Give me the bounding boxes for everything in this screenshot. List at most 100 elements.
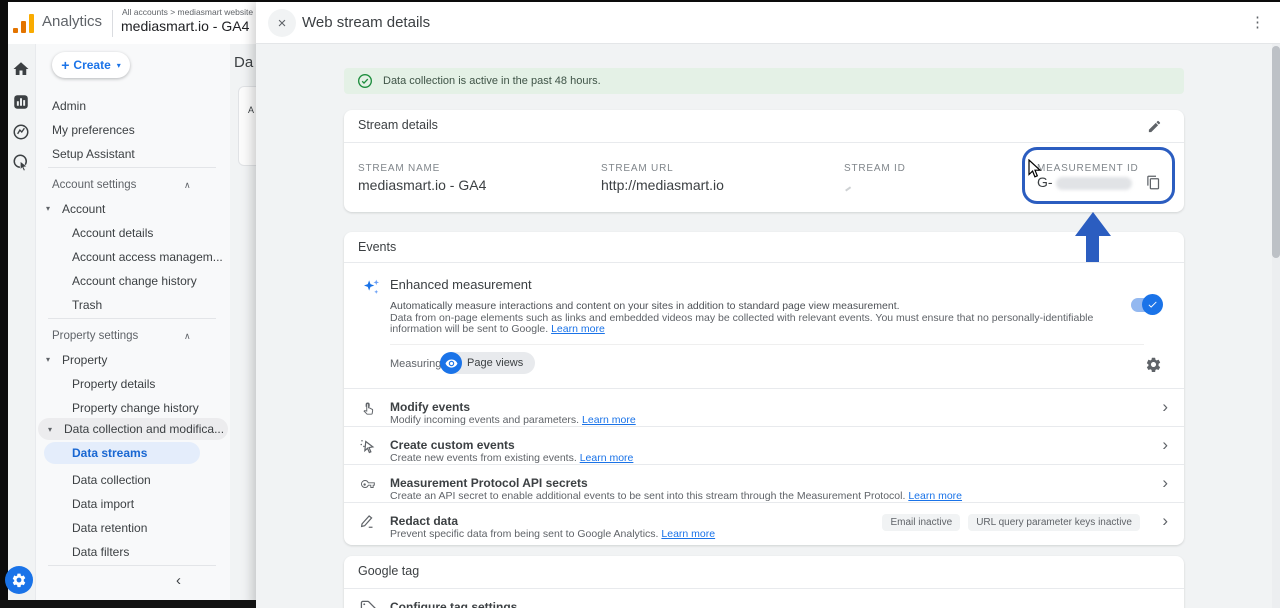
sidebar-item-setup-assistant[interactable]: Setup Assistant: [36, 144, 230, 164]
enhanced-measurement-description: Automatically measure interactions and c…: [390, 301, 1106, 336]
annotation-arrow-head: [1075, 212, 1111, 236]
scrollbar-thumb[interactable]: [1272, 46, 1280, 258]
chevron-right-icon[interactable]: ›: [1162, 397, 1168, 417]
sidebar-item-account[interactable]: ▾ Account: [36, 199, 230, 219]
logo-bar: [13, 28, 18, 33]
explore-icon[interactable]: [12, 123, 30, 141]
measurement-protocol-api-secrets-row[interactable]: Measurement Protocol API secrets Create …: [344, 465, 1184, 503]
stream-url-label: STREAM URL: [601, 163, 673, 174]
close-button[interactable]: ×: [268, 9, 296, 37]
chevron-up-icon: ∧: [184, 175, 191, 195]
chevron-right-icon[interactable]: ›: [1162, 473, 1168, 493]
background-page: Da A: [230, 44, 256, 600]
nav-rail: [8, 44, 36, 600]
google-analytics-logo-icon: [12, 12, 38, 34]
property-selector[interactable]: mediasmart.io - GA4: [121, 18, 264, 34]
sidebar-item-data-collection[interactable]: Data collection: [36, 470, 230, 490]
advertising-icon[interactable]: [12, 153, 30, 171]
divider: [48, 167, 216, 168]
measurement-id-highlight: [1022, 147, 1175, 204]
sidebar-item-property-change-history[interactable]: Property change history: [36, 398, 230, 418]
close-icon: ×: [278, 15, 287, 32]
sidebar-item-account-change-history[interactable]: Account change history: [36, 271, 230, 291]
divider: [112, 10, 113, 37]
reports-icon[interactable]: [12, 93, 30, 111]
web-stream-details-panel: × Web stream details ⋮ Data collection i…: [256, 2, 1280, 608]
admin-sidebar: + Create ▾ Admin My preferences Setup As…: [36, 44, 230, 600]
learn-more-link[interactable]: Learn more: [580, 452, 634, 464]
banner-text: Data collection is active in the past 48…: [383, 75, 601, 87]
sidebar-item-account-access[interactable]: Account access managem...: [36, 247, 230, 267]
toggle-knob-check-icon[interactable]: [1142, 294, 1163, 315]
google-tag-card: Google tag Configure tag settings: [344, 556, 1184, 608]
stream-name-value: mediasmart.io - GA4: [358, 177, 486, 193]
card-title: Google tag: [358, 564, 419, 578]
breadcrumb[interactable]: All accounts > mediasmart website: [122, 7, 256, 17]
admin-gear-button[interactable]: [5, 566, 33, 594]
page-views-chip[interactable]: Page views: [440, 352, 535, 374]
redact-status-badges: Email inactive URL query parameter keys …: [882, 514, 1140, 531]
caret-down-icon: ▾: [46, 199, 50, 219]
sidebar-item-trash[interactable]: Trash: [36, 295, 230, 315]
home-icon[interactable]: [12, 60, 30, 78]
sidebar-item-account-details[interactable]: Account details: [36, 223, 230, 243]
panel-title: Web stream details: [302, 14, 430, 31]
section-property-settings[interactable]: Property settings ∧: [36, 326, 230, 346]
learn-more-link[interactable]: Learn more: [908, 490, 962, 502]
measuring-label: Measuring:: [390, 358, 444, 370]
logo-bar: [29, 14, 34, 33]
section-account-settings[interactable]: Account settings ∧: [36, 175, 230, 195]
redact-pencil-icon: [359, 513, 377, 531]
data-collection-active-banner: Data collection is active in the past 48…: [344, 68, 1184, 94]
frame-edge: [0, 600, 256, 608]
configure-tag-settings-title: Configure tag settings: [390, 600, 517, 608]
card-title: Events: [358, 240, 396, 254]
divider: [344, 588, 1184, 589]
sparkles-icon: [362, 278, 381, 297]
sidebar-item-property[interactable]: ▾ Property: [36, 350, 230, 370]
sidebar-item-admin[interactable]: Admin: [36, 96, 230, 116]
learn-more-link[interactable]: Learn more: [661, 528, 715, 540]
sidebar-item-data-streams-selected[interactable]: Data streams: [44, 442, 200, 464]
events-card: Events Enhanced measurement Automaticall…: [344, 232, 1184, 545]
frame-edge: [0, 0, 8, 608]
sidebar-item-data-collection-modification[interactable]: ▾ Data collection and modifica...: [38, 418, 228, 440]
divider: [48, 565, 216, 566]
tag-icon: [360, 600, 377, 608]
panel-content: Data collection is active in the past 48…: [256, 44, 1280, 608]
check-circle-icon: [357, 73, 373, 89]
create-button-label: Create: [73, 58, 110, 72]
key-icon: [359, 475, 377, 493]
chip-label: Page views: [451, 352, 535, 374]
eye-icon: [440, 352, 462, 374]
collapse-sidebar-icon[interactable]: ‹: [176, 572, 181, 589]
create-button[interactable]: + Create ▾: [52, 52, 130, 78]
learn-more-link[interactable]: Learn more: [582, 414, 636, 426]
caret-down-icon: ▾: [46, 350, 50, 370]
modify-events-row[interactable]: Modify events Modify incoming events and…: [344, 389, 1184, 427]
logo-bar: [21, 21, 26, 33]
learn-more-link[interactable]: Learn more: [551, 323, 605, 335]
edit-pencil-icon[interactable]: [1147, 119, 1162, 134]
stream-id-redacted-mark: [845, 186, 851, 191]
sidebar-item-property-details[interactable]: Property details: [36, 374, 230, 394]
create-custom-events-row[interactable]: Create custom events Create new events f…: [344, 427, 1184, 465]
sidebar-item-data-retention[interactable]: Data retention: [36, 518, 230, 538]
enhanced-measurement-settings-gear-icon[interactable]: [1145, 356, 1162, 373]
sidebar-item-data-import[interactable]: Data import: [36, 494, 230, 514]
divider: [344, 142, 1184, 143]
panel-header: × Web stream details ⋮: [256, 2, 1280, 44]
mouse-cursor: [1028, 159, 1042, 179]
redact-data-row[interactable]: Redact data Prevent specific data from b…: [344, 503, 1184, 545]
chevron-right-icon[interactable]: ›: [1162, 511, 1168, 531]
chevron-right-icon[interactable]: ›: [1162, 435, 1168, 455]
sidebar-item-my-preferences[interactable]: My preferences: [36, 120, 230, 140]
magic-cursor-icon: [359, 437, 377, 455]
enhanced-measurement-title: Enhanced measurement: [390, 277, 532, 292]
more-options-icon[interactable]: ⋮: [1250, 13, 1265, 31]
touch-app-icon: [359, 399, 377, 417]
plus-icon: +: [61, 58, 69, 72]
sidebar-item-data-filters[interactable]: Data filters: [36, 542, 230, 562]
status-badge: Email inactive: [882, 514, 960, 531]
brand-title: Analytics: [42, 13, 102, 30]
